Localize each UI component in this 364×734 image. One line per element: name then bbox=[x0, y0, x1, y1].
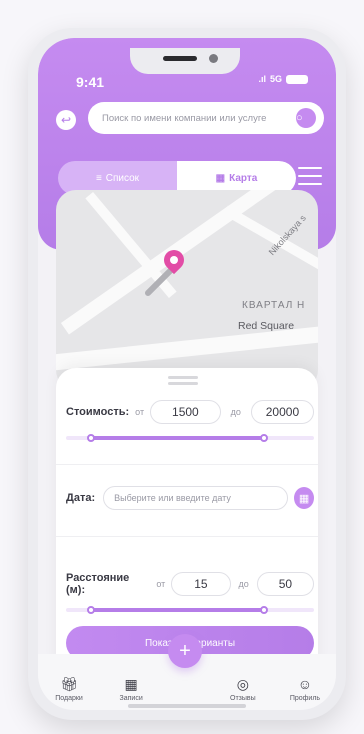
tab-map-label: Карта bbox=[229, 172, 258, 184]
map-view[interactable]: Nikolskaya s КВАРТАЛ Н Red Square bbox=[56, 190, 318, 390]
price-slider-track[interactable] bbox=[66, 434, 314, 442]
date-placeholder: Выберите или введите дату bbox=[114, 493, 231, 503]
divider bbox=[56, 464, 318, 465]
list-icon: ≡ bbox=[95, 172, 102, 184]
distance-from-input[interactable]: 15 bbox=[171, 572, 231, 596]
signal-icon: .ıl bbox=[258, 74, 266, 84]
phone-frame: 9:41 .ıl 5G ↩ Поиск по имени компании ил… bbox=[28, 28, 346, 720]
front-camera bbox=[209, 54, 218, 63]
price-slider-fill bbox=[90, 436, 265, 440]
price-slider-min-handle[interactable] bbox=[86, 434, 95, 442]
filter-sheet: Стоимость: от 1500 до 20000 Дата: Выбери… bbox=[56, 368, 318, 668]
price-to-input[interactable]: 20000 bbox=[250, 400, 314, 424]
search-button[interactable]: ○ bbox=[296, 108, 316, 128]
speaker bbox=[163, 56, 197, 61]
profile-icon: ☺ bbox=[297, 676, 313, 692]
tab-reviews[interactable]: ◎ Отзывы bbox=[212, 675, 274, 703]
price-from-value: 1500 bbox=[172, 405, 199, 419]
chat-icon: ◎ bbox=[236, 675, 249, 692]
distance-to-word: до bbox=[238, 579, 249, 589]
tab-gifts-label: Подарки bbox=[55, 695, 83, 702]
distance-to-input[interactable]: 50 bbox=[256, 572, 314, 596]
price-to-word: до bbox=[230, 407, 241, 417]
sheet-handle[interactable] bbox=[168, 382, 198, 385]
distance-from-word: от bbox=[156, 579, 166, 589]
search-input[interactable]: Поиск по имени компании или услуге ○ bbox=[88, 102, 324, 134]
price-label: Стоимость: bbox=[66, 406, 130, 418]
distance-slider-min-handle[interactable] bbox=[86, 606, 95, 614]
tab-bookings[interactable]: ▦ Записи bbox=[100, 675, 162, 703]
tab-gifts[interactable]: 🎁︎ Подарки bbox=[38, 675, 100, 703]
tab-profile-label: Профиль bbox=[289, 695, 321, 702]
battery-icon bbox=[286, 74, 308, 84]
sheet-handle[interactable] bbox=[168, 376, 198, 379]
tab-bookings-label: Записи bbox=[119, 695, 143, 702]
back-arrow-icon: ↩ bbox=[60, 113, 72, 127]
status-time: 9:41 bbox=[76, 74, 105, 90]
price-row: Стоимость: от 1500 до 20000 bbox=[66, 400, 314, 424]
price-slider-max-handle[interactable] bbox=[260, 434, 269, 442]
divider bbox=[56, 536, 318, 537]
date-input[interactable]: Выберите или введите дату bbox=[103, 486, 289, 510]
network-label: 5G bbox=[269, 74, 282, 84]
search-placeholder: Поиск по имени компании или услуге bbox=[102, 112, 267, 124]
distance-slider-track[interactable] bbox=[66, 606, 314, 614]
distance-from-value: 15 bbox=[194, 577, 208, 591]
distance-row: Расстояние (м): от 15 до 50 bbox=[66, 572, 314, 596]
app-screen: 9:41 .ıl 5G ↩ Поиск по имени компании ил… bbox=[38, 38, 336, 710]
add-button[interactable]: + bbox=[168, 634, 202, 668]
landmark-label: Red Square bbox=[238, 320, 295, 332]
filter-settings-icon[interactable] bbox=[298, 164, 322, 188]
tab-reviews-label: Отзывы bbox=[230, 695, 256, 702]
bottom-tab-bar: 🎁︎ Подарки ▦ Записи ◎ Отзывы ☺ Профиль + bbox=[38, 634, 336, 710]
calendar-icon: ▦ bbox=[124, 675, 138, 692]
district-label: КВАРТАЛ Н bbox=[242, 300, 306, 311]
back-button[interactable]: ↩ bbox=[56, 110, 76, 130]
price-to-value: 20000 bbox=[265, 405, 300, 419]
distance-to-value: 50 bbox=[278, 577, 293, 591]
home-indicator bbox=[128, 704, 246, 708]
date-row: Дата: Выберите или введите дату ▦ bbox=[66, 486, 314, 510]
tab-profile[interactable]: ☺ Профиль bbox=[274, 676, 336, 702]
search-icon: ○ bbox=[296, 112, 303, 124]
status-indicators: .ıl 5G bbox=[258, 74, 308, 84]
distance-slider-fill bbox=[90, 608, 265, 612]
distance-label: Расстояние (м): bbox=[66, 572, 130, 596]
notch bbox=[130, 48, 240, 74]
plus-icon: + bbox=[179, 639, 191, 662]
price-from-word: от bbox=[135, 407, 145, 417]
calendar-button[interactable]: ▦ bbox=[294, 487, 314, 509]
price-from-input[interactable]: 1500 bbox=[150, 400, 221, 424]
date-label: Дата: bbox=[66, 492, 96, 504]
distance-slider-max-handle[interactable] bbox=[260, 606, 269, 614]
map-icon: ▦ bbox=[215, 172, 226, 184]
tab-list-label: Список bbox=[105, 172, 140, 184]
calendar-icon: ▦ bbox=[298, 492, 310, 505]
gift-icon: 🎁︎ bbox=[60, 675, 78, 692]
